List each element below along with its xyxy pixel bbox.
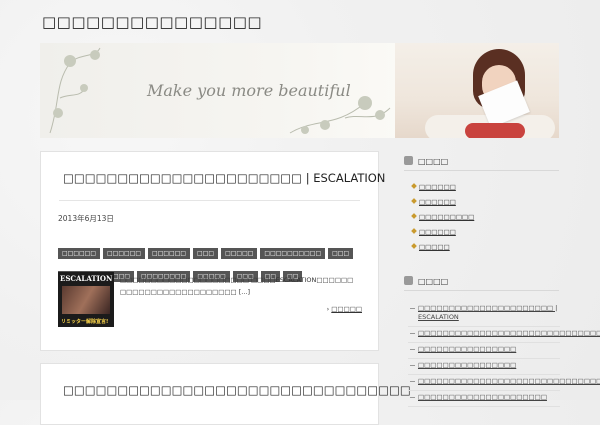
- widget-heading-icon: [404, 156, 413, 165]
- widget-heading-icon: [404, 276, 413, 285]
- categories-heading-text: □□□□: [418, 157, 449, 166]
- recent-heading-text: □□□□: [418, 277, 449, 286]
- post-tag[interactable]: □□□: [328, 248, 354, 259]
- post-title-link[interactable]: □□□□□□□□□□□□□□□□□□□□□□□□□□□□□□□□: [63, 383, 411, 397]
- recent-post-item[interactable]: □□□□□□□□□□□□□□□□: [408, 359, 560, 375]
- recent-posts-widget-title: □□□□: [404, 276, 448, 286]
- category-item[interactable]: □□□□□: [412, 242, 474, 257]
- header-banner: Make you more beautiful: [40, 43, 559, 138]
- floral-ornament-right-icon: [289, 96, 391, 134]
- category-item[interactable]: □□□□□□□□□: [412, 212, 474, 227]
- post-title-divider: [59, 200, 360, 201]
- thumbnail-caption: リミッター解除宣言!: [61, 319, 109, 325]
- categories-widget-title: □□□□: [404, 156, 448, 166]
- category-item[interactable]: □□□□□□: [412, 227, 474, 242]
- banner-photo-woman: [395, 43, 559, 138]
- site-title[interactable]: □□□□□□□□□□□□□□□: [42, 13, 262, 31]
- post-tag[interactable]: □□□□□□□□□□: [260, 248, 326, 259]
- post-tag[interactable]: □□□□□□: [148, 248, 191, 259]
- thumbnail-brand: ESCALATION: [60, 274, 113, 283]
- floral-ornament-left-icon: [49, 47, 101, 134]
- recent-post-item[interactable]: □□□□□□□□□□□□□□□□□□□□□□□□□□□□□□□: [408, 327, 600, 343]
- post-title-link[interactable]: □□□□□□□□□□□□□□□□□□□□□□ | ESCALATION: [63, 171, 385, 185]
- recent-posts-list: □□□□□□□□□□□□□□□□□□□□□□ | ESCALATION □□□□…: [408, 302, 600, 407]
- post-card: □□□□□□□□□□□□□□□□□□□□□□ | ESCALATION 2013…: [40, 151, 385, 351]
- post-tag[interactable]: □□□□□: [221, 248, 258, 259]
- post-excerpt: □□□□□□□□□□□□□□□□□□□□□ □□□□ESCALATION□□□□…: [120, 276, 354, 296]
- recent-post-item[interactable]: □□□□□□□□□□□□□□□□: [408, 343, 560, 359]
- post-tag[interactable]: □□□: [193, 248, 219, 259]
- thumbnail-image: [62, 286, 110, 314]
- photo-sleeve: [465, 123, 525, 138]
- recent-post-item[interactable]: □□□□□□□□□□□□□□□□□□□□□: [408, 391, 560, 407]
- category-list: □□□□□□ □□□□□□ □□□□□□□□□ □□□□□□ □□□□□: [412, 182, 474, 257]
- category-item[interactable]: □□□□□□: [412, 197, 474, 212]
- category-item[interactable]: □□□□□□: [412, 182, 474, 197]
- recent-posts-divider: [404, 290, 559, 291]
- recent-post-item[interactable]: □□□□□□□□□□□□□□□□□□□□□□□□□□□□□□□: [408, 375, 600, 391]
- recent-post-item[interactable]: □□□□□□□□□□□□□□□□□□□□□□ | ESCALATION: [408, 302, 560, 327]
- post-thumbnail[interactable]: ESCALATION リミッター解除宣言!: [58, 272, 114, 327]
- post-tag[interactable]: □□□□□□: [103, 248, 146, 259]
- post-date: 2013年6月13日: [58, 214, 114, 223]
- post-card: □□□□□□□□□□□□□□□□□□□□□□□□□□□□□□□□: [40, 363, 411, 425]
- read-more-link[interactable]: □□□□□: [327, 305, 362, 313]
- post-tag[interactable]: □□□□□□: [58, 248, 101, 259]
- categories-divider: [404, 170, 559, 171]
